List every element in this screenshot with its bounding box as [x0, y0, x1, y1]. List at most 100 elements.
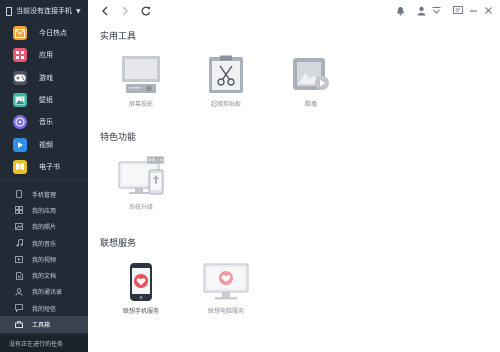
- tool-kubo-player[interactable]: 酷播: [271, 55, 351, 108]
- device-selector[interactable]: 当前没有连接手机 ▼: [0, 0, 88, 22]
- sidebar-item-label: 今日热点: [39, 29, 67, 38]
- minimize-icon: [469, 10, 477, 12]
- system-upgrade-icon: 即将上线: [118, 156, 164, 195]
- main-nav: 今日热点 应用 游戏 壁纸 音乐 视频 电子书: [0, 22, 88, 178]
- sidebar-item-apps[interactable]: 应用: [0, 44, 88, 66]
- back-button[interactable]: [98, 4, 112, 18]
- tool-label: 联想电脑服务: [207, 308, 244, 315]
- minimize-button[interactable]: [467, 4, 479, 17]
- tool-lenovo-pc-service[interactable]: 联想电脑服务: [186, 262, 266, 315]
- section-title-special: 特色功能: [100, 133, 137, 143]
- chevron-right-icon: [122, 6, 128, 16]
- sidebar-item-label: 我的文档: [32, 273, 57, 281]
- sidebar-item-label: 我的应用: [32, 207, 57, 215]
- sidebar-item-label: 我的视频: [32, 256, 57, 264]
- sidebar-item-label: 我的音乐: [32, 240, 57, 248]
- sidebar-item-hot[interactable]: 今日热点: [0, 22, 88, 44]
- top-toolbar: [88, 0, 500, 22]
- sidebar-item-label: 视频: [39, 140, 53, 149]
- kubo-player-icon: [293, 58, 329, 90]
- projector-icon: [122, 56, 160, 93]
- close-button[interactable]: [482, 4, 494, 17]
- management-nav: 手机管理 我的应用 我的照片 我的音乐 我的视频 我的文档 我的通讯录 我的短信…: [0, 186, 88, 333]
- message-icon: [15, 304, 23, 313]
- lenovo-pc-service-icon: [203, 263, 249, 300]
- apps-icon: [13, 48, 27, 63]
- clipboard-icon: [209, 55, 243, 93]
- sidebar-item-games[interactable]: 游戏: [0, 67, 88, 89]
- chevron-left-icon: [102, 6, 108, 16]
- phone-icon: [6, 6, 12, 16]
- sidebar-item-label: 我的照片: [32, 224, 57, 232]
- task-status-bar[interactable]: 没有正在进行的任务: [0, 335, 88, 352]
- notification-button[interactable]: [394, 4, 406, 17]
- tool-screen-projection[interactable]: 屏幕投影: [101, 55, 181, 108]
- play-icon: [15, 255, 23, 263]
- image-icon: [13, 93, 27, 108]
- refresh-icon: [141, 6, 151, 16]
- user-button[interactable]: [415, 4, 427, 17]
- forward-button[interactable]: [118, 4, 132, 18]
- tool-system-upgrade[interactable]: 即将上线 系统升级: [101, 156, 181, 211]
- sidebar-divider: [0, 180, 88, 181]
- fire-icon: [13, 26, 27, 41]
- user-icon: [417, 6, 425, 15]
- sidebar-item-my-music[interactable]: 我的音乐: [0, 235, 88, 251]
- message-icon: [453, 6, 463, 14]
- book-icon: [13, 159, 27, 174]
- device-label: 当前没有连接手机: [16, 7, 72, 15]
- sidebar-item-label: 应用: [39, 51, 53, 60]
- sidebar-item-label: 游戏: [39, 73, 53, 82]
- section-title-tools: 实用工具: [100, 32, 137, 42]
- tool-label: 酷播: [304, 101, 317, 108]
- chevron-down-icon: ▼: [76, 7, 81, 15]
- menu-dropdown-button[interactable]: [430, 4, 442, 17]
- note-icon: [15, 239, 23, 247]
- sidebar-item-label: 手机管理: [32, 191, 57, 199]
- sidebar-item-my-photos[interactable]: 我的照片: [0, 219, 88, 235]
- sidebar-item-wallpaper[interactable]: 壁纸: [0, 89, 88, 111]
- sidebar-item-my-videos[interactable]: 我的视频: [0, 251, 88, 267]
- refresh-button[interactable]: [139, 4, 153, 18]
- tool-lenovo-phone-service[interactable]: 联想手机服务: [101, 262, 181, 315]
- tool-super-clipboard[interactable]: 超级剪贴板: [186, 55, 266, 108]
- sidebar-item-my-docs[interactable]: 我的文档: [0, 267, 88, 283]
- gamepad-icon: [13, 70, 27, 85]
- grid-icon: [15, 206, 23, 215]
- sidebar-item-video[interactable]: 视频: [0, 133, 88, 155]
- phone-icon: [15, 190, 23, 199]
- sidebar-item-toolbox[interactable]: 工具箱: [0, 316, 88, 333]
- sidebar-item-label: 我的短信: [32, 305, 57, 313]
- sidebar-item-label: 壁纸: [39, 96, 53, 105]
- photo-icon: [15, 223, 23, 231]
- contact-icon: [15, 288, 23, 296]
- lenovo-phone-service-icon: [130, 263, 152, 301]
- video-icon: [13, 137, 27, 152]
- toolbox-icon: [15, 321, 23, 329]
- tool-label: 系统升级: [128, 204, 153, 211]
- bell-icon: [396, 6, 404, 16]
- sidebar-item-my-apps[interactable]: 我的应用: [0, 202, 88, 218]
- music-icon: [13, 115, 27, 130]
- sidebar: 当前没有连接手机 ▼ 今日热点 应用 游戏 壁纸 音乐 视频 电子书 手机管理 …: [0, 0, 88, 352]
- sidebar-item-my-sms[interactable]: 我的短信: [0, 300, 88, 316]
- sidebar-item-ebook[interactable]: 电子书: [0, 156, 88, 178]
- tool-label: 超级剪贴板: [210, 101, 241, 108]
- sidebar-item-label: 电子书: [39, 162, 60, 171]
- coming-soon-badge: 即将上线: [148, 157, 164, 163]
- sidebar-item-my-contacts[interactable]: 我的通讯录: [0, 284, 88, 300]
- sidebar-item-music[interactable]: 音乐: [0, 111, 88, 133]
- tool-label: 联想手机服务: [122, 308, 159, 315]
- sidebar-item-label: 工具箱: [32, 322, 51, 330]
- toolbox-content: 实用工具 屏幕投影 超级剪贴板 酷播 特色功能 即将上线 系统升级 联想服务 联…: [88, 22, 500, 352]
- close-icon: [484, 7, 492, 14]
- task-status-text: 没有正在进行的任务: [9, 341, 64, 348]
- document-icon: [15, 271, 23, 280]
- sidebar-item-label: 我的通讯录: [32, 289, 63, 297]
- tool-label: 屏幕投影: [128, 101, 153, 108]
- sidebar-item-phone-manage[interactable]: 手机管理: [0, 186, 88, 202]
- menu-icon: [432, 7, 440, 14]
- section-title-lenovo: 联想服务: [100, 239, 137, 249]
- sidebar-item-label: 音乐: [39, 118, 53, 127]
- feedback-button[interactable]: [452, 4, 464, 17]
